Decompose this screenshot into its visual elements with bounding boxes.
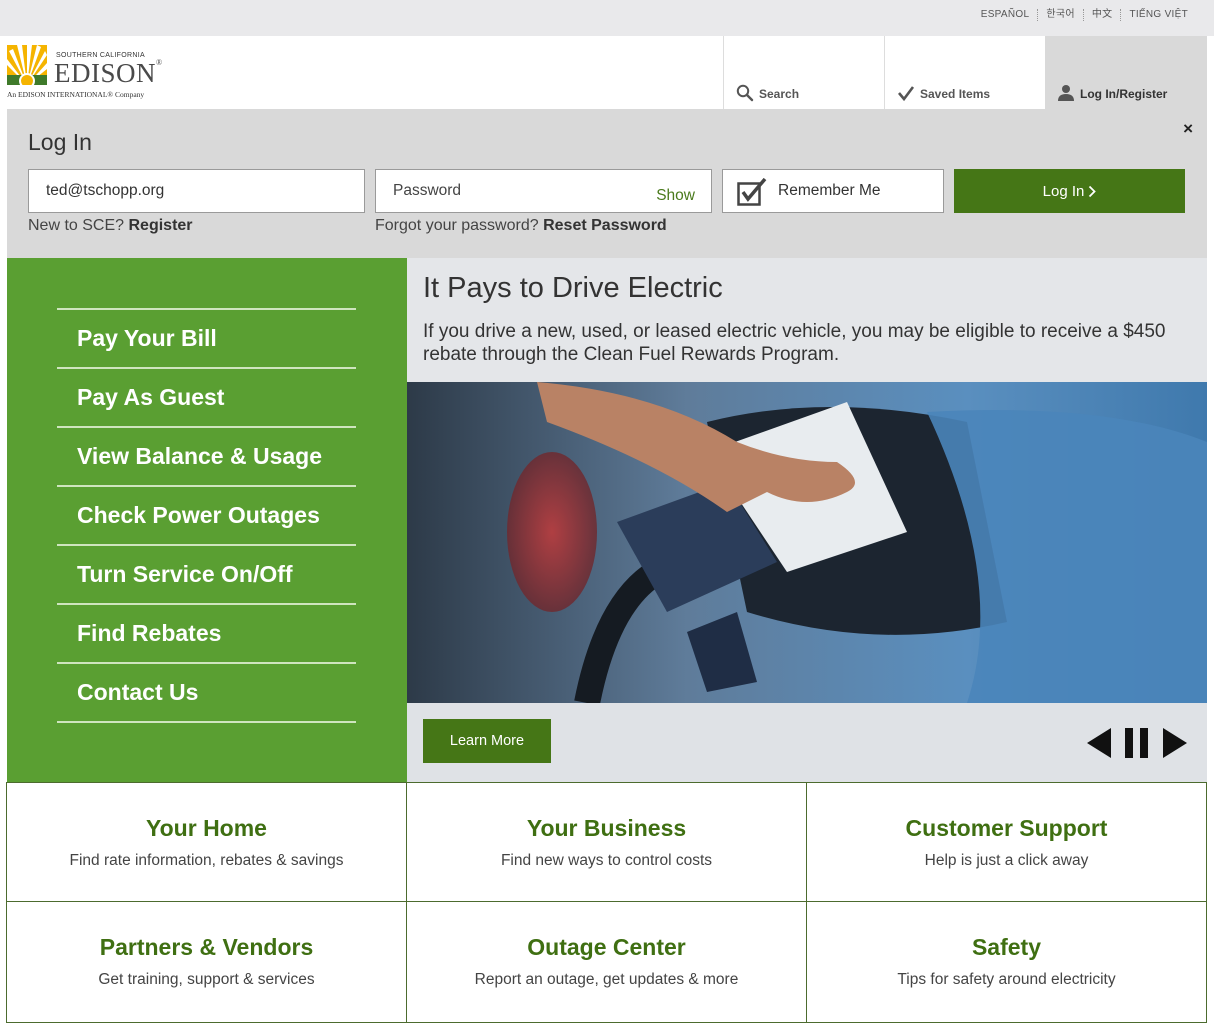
menu-item-find-rebates[interactable]: Find Rebates (57, 605, 356, 664)
tile-title: Customer Support (905, 815, 1108, 841)
pause-icon[interactable] (1125, 728, 1149, 758)
email-value: ted@tschopp.org (46, 182, 165, 199)
menu-item-contact-us[interactable]: Contact Us (57, 664, 356, 723)
tile-title: Outage Center (527, 934, 686, 960)
language-bar: ESPAÑOL 한국어 中文 TIẾNG VIỆT (0, 0, 1214, 36)
language-link-korean[interactable]: 한국어 (1037, 9, 1083, 21)
tile-customer-support[interactable]: Customer Support Help is just a click aw… (806, 782, 1207, 902)
checkmark-icon (898, 86, 915, 102)
tile-safety[interactable]: Safety Tips for safety around electricit… (806, 901, 1207, 1023)
tile-title: Safety (971, 934, 1042, 960)
remember-me-checkbox[interactable]: Remember Me (722, 169, 944, 213)
tile-subtitle: Find new ways to control costs (500, 852, 713, 869)
close-icon[interactable]: × (1183, 119, 1193, 139)
tile-subtitle: Report an outage, get updates & more (474, 971, 739, 988)
reset-password-link[interactable]: Reset Password (543, 217, 667, 234)
menu-item-pay-your-bill[interactable]: Pay Your Bill (57, 310, 356, 369)
menu-item-turn-service-on-off[interactable]: Turn Service On/Off (57, 546, 356, 605)
chevron-right-icon (1089, 185, 1097, 197)
language-links: ESPAÑOL 한국어 中文 TIẾNG VIỆT (973, 9, 1196, 21)
ev-charging-photo (407, 382, 1207, 703)
next-arrow-icon[interactable] (1163, 728, 1187, 758)
language-link-vietnamese[interactable]: TIẾNG VIỆT (1120, 9, 1196, 21)
show-password-link[interactable]: Show (656, 187, 695, 205)
tile-subtitle: Get training, support & services (98, 971, 315, 988)
tile-title: Your Business (526, 815, 687, 841)
tile-your-business[interactable]: Your Business Find new ways to control c… (406, 782, 807, 902)
remember-me-label: Remember Me (778, 182, 881, 199)
new-to-sce-text: New to SCE? (28, 217, 125, 234)
logo-name: EDISON® (54, 58, 163, 88)
utility-nav: Search Saved Items Log In/Register (723, 36, 1207, 109)
tile-subtitle: Find rate information, rebates & savings (69, 852, 344, 869)
tile-title: Partners & Vendors (99, 934, 314, 960)
tile-your-home[interactable]: Your Home Find rate information, rebates… (6, 782, 407, 902)
saved-items-label: Saved Items (920, 87, 991, 101)
forgot-password-text: Forgot your password? (375, 217, 539, 234)
register-prompt: New to SCE? Register (28, 217, 193, 235)
login-panel: Log In × ted@tschopp.org Password Show R… (7, 109, 1207, 258)
checkbox-checked-icon (737, 178, 767, 206)
login-button[interactable]: Log In (954, 169, 1185, 213)
carousel-controls (1087, 728, 1187, 758)
learn-more-button[interactable]: Learn More (423, 719, 551, 763)
quick-links-menu: Pay Your Bill Pay As Guest View Balance … (7, 258, 407, 783)
login-title: Log In (28, 129, 92, 155)
password-field[interactable]: Password Show (375, 169, 712, 213)
email-field[interactable]: ted@tschopp.org (28, 169, 365, 213)
search-label: Search (759, 87, 800, 101)
tile-outage-center[interactable]: Outage Center Report an outage, get upda… (406, 901, 807, 1023)
forgot-password-prompt: Forgot your password? Reset Password (375, 217, 667, 235)
previous-arrow-icon[interactable] (1087, 728, 1111, 758)
quick-links-list: Pay Your Bill Pay As Guest View Balance … (57, 308, 356, 723)
tile-partners-vendors[interactable]: Partners & Vendors Get training, support… (6, 901, 407, 1023)
user-icon (1058, 85, 1074, 101)
logo-subtitle: An EDISON INTERNATIONAL® Company (7, 90, 145, 99)
search-nav-item[interactable]: Search (723, 36, 884, 109)
saved-items-nav-item[interactable]: Saved Items (884, 36, 1045, 109)
hero-description: If you drive a new, used, or leased elec… (423, 321, 1166, 365)
hero-title: It Pays to Drive Electric (423, 272, 723, 304)
menu-item-pay-as-guest[interactable]: Pay As Guest (57, 369, 356, 428)
language-link-chinese[interactable]: 中文 (1082, 9, 1121, 21)
hero-carousel: It Pays to Drive Electric If you drive a… (407, 258, 1207, 783)
tile-subtitle: Help is just a click away (924, 852, 1089, 869)
menu-item-view-balance-usage[interactable]: View Balance & Usage (57, 428, 356, 487)
password-placeholder: Password (393, 182, 462, 199)
category-tiles: Your Home Find rate information, rebates… (6, 782, 1207, 1023)
register-link[interactable]: Register (129, 217, 193, 234)
search-icon (736, 84, 754, 102)
menu-item-check-power-outages[interactable]: Check Power Outages (57, 487, 356, 546)
tile-title: Your Home (146, 815, 267, 841)
login-register-label: Log In/Register (1080, 87, 1168, 101)
site-header: SOUTHERN CALIFORNIA EDISON® An EDISON IN… (0, 36, 1214, 109)
language-link-espanol[interactable]: ESPAÑOL (973, 9, 1038, 21)
tile-subtitle: Tips for safety around electricity (897, 971, 1116, 988)
sun-logo-icon (7, 45, 47, 85)
edison-logo[interactable]: SOUTHERN CALIFORNIA EDISON® An EDISON IN… (7, 45, 167, 105)
login-button-label: Log In (1042, 182, 1085, 200)
login-register-nav-item[interactable]: Log In/Register (1045, 36, 1207, 109)
